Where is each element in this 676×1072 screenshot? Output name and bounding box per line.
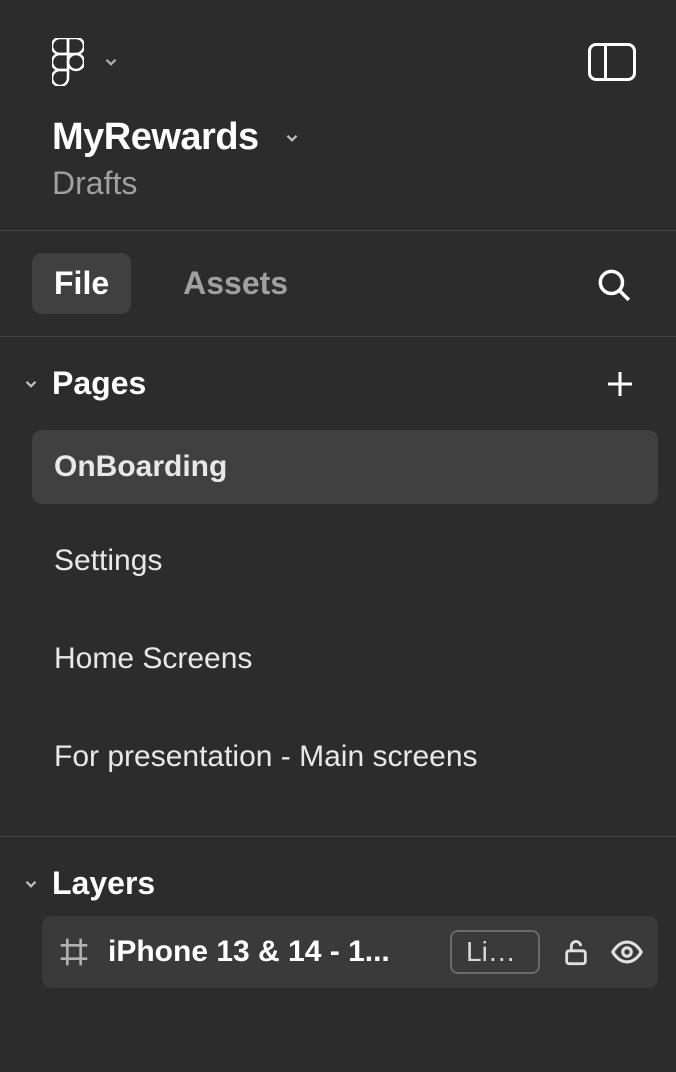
layer-row[interactable]: iPhone 13 & 14 - 1... Lig... [42, 916, 658, 988]
frame-icon [58, 936, 90, 968]
tab-file[interactable]: File [32, 253, 131, 314]
panel-toggle-button[interactable] [588, 43, 636, 81]
project-location[interactable]: Drafts [52, 165, 624, 202]
visibility-button[interactable] [610, 935, 644, 969]
page-item-home-screens[interactable]: Home Screens [32, 622, 658, 696]
chevron-down-icon [22, 875, 40, 893]
chevron-down-icon [22, 375, 40, 393]
chevron-down-icon [283, 129, 301, 147]
chevron-down-icon [102, 53, 120, 71]
plus-icon [602, 366, 638, 402]
layers-section-header[interactable]: Layers [0, 837, 676, 902]
panel-tabs: File Assets [0, 231, 676, 336]
layer-name: iPhone 13 & 14 - 1... [108, 935, 432, 969]
page-item-presentation[interactable]: For presentation - Main screens [32, 720, 658, 794]
pages-section-header[interactable]: Pages [0, 337, 676, 422]
project-title-row[interactable]: MyRewards [52, 116, 624, 159]
figma-main-menu[interactable] [52, 38, 120, 86]
layers-section-title: Layers [52, 865, 155, 902]
eye-icon [610, 935, 644, 969]
lock-button[interactable] [562, 938, 590, 966]
figma-logo-icon [52, 38, 84, 86]
left-panel: MyRewards Drafts File Assets Pages [0, 0, 676, 1072]
page-item-settings[interactable]: Settings [32, 524, 658, 598]
panel-header [0, 0, 676, 106]
layer-actions [558, 935, 644, 969]
search-icon [594, 265, 632, 303]
variant-badge[interactable]: Lig... [450, 930, 540, 974]
page-list: OnBoarding Settings Home Screens For pre… [0, 422, 676, 836]
project-title-block: MyRewards Drafts [0, 106, 676, 230]
panel-toggle-icon [591, 46, 607, 78]
page-item-onboarding[interactable]: OnBoarding [32, 430, 658, 504]
unlock-icon [562, 938, 590, 966]
add-page-button[interactable] [602, 366, 638, 402]
tab-assets[interactable]: Assets [161, 253, 310, 314]
search-button[interactable] [594, 265, 638, 303]
pages-section-title: Pages [52, 365, 146, 402]
project-title: MyRewards [52, 116, 259, 159]
